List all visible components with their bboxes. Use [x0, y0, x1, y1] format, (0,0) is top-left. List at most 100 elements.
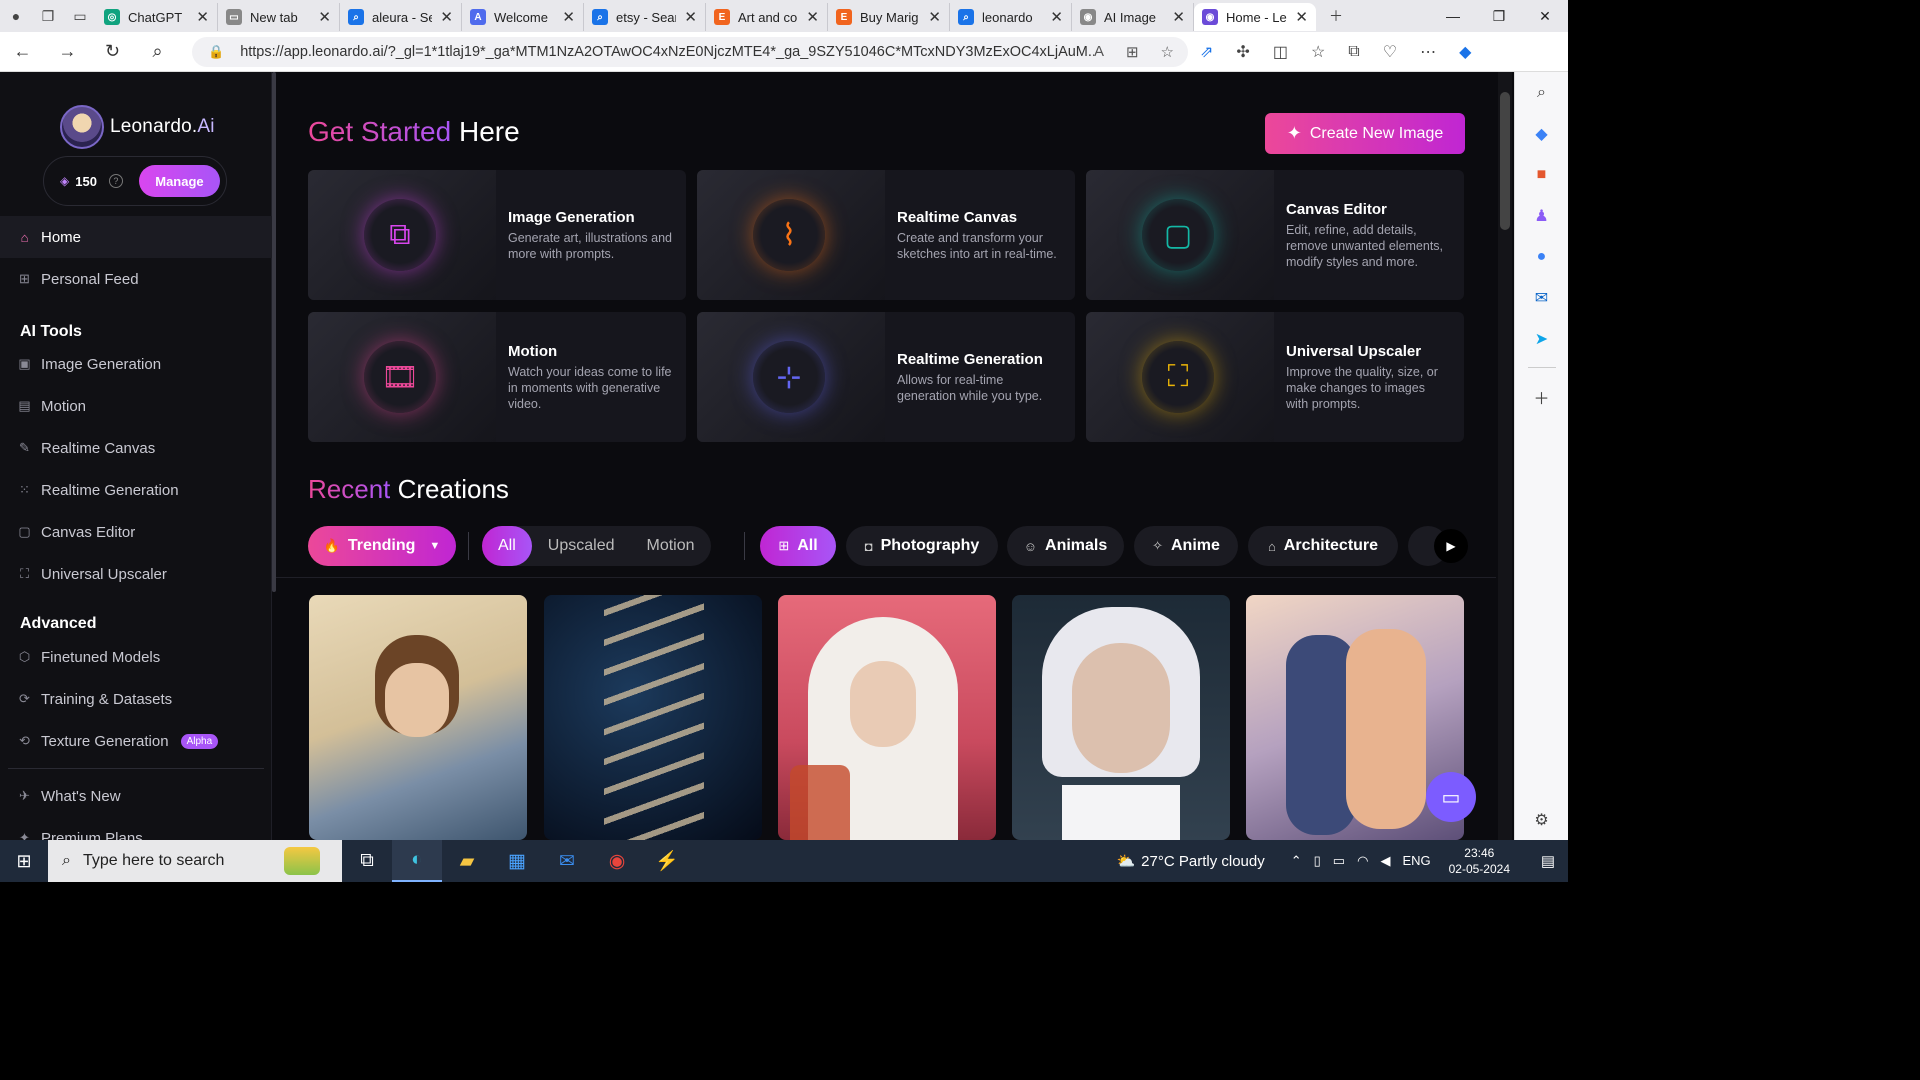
add-icon[interactable]: ＋	[1528, 376, 1556, 417]
file-explorer-icon[interactable]: ▰	[442, 840, 492, 882]
filter-upscaled[interactable]: Upscaled	[532, 526, 631, 566]
filter-motion[interactable]: Motion	[630, 526, 710, 566]
creation-image-portrait[interactable]	[1012, 595, 1230, 840]
feature-card[interactable]: ⛶ Universal Upscaler Improve the quality, …	[1086, 312, 1464, 442]
close-tab-icon[interactable]: ✕	[928, 8, 941, 26]
copilot-icon[interactable]: ◆	[1459, 42, 1471, 62]
app-icon[interactable]: ⚡	[642, 840, 692, 882]
creation-image-nun[interactable]	[778, 595, 996, 840]
chevron-up-icon[interactable]: ⌃	[1291, 853, 1302, 869]
nav-finetuned-models[interactable]: ⬡ Finetuned Models	[0, 636, 272, 678]
wifi-icon[interactable]: ◠	[1357, 853, 1368, 869]
close-tab-icon[interactable]: ✕	[806, 8, 819, 26]
nav-canvas-editor[interactable]: ▢ Canvas Editor	[0, 511, 272, 553]
more-icon[interactable]: ⋯	[1420, 42, 1436, 62]
trending-dropdown[interactable]: 🔥 Trending ▼	[308, 526, 456, 566]
browser-tab[interactable]: ⌕ etsy - Sear ✕	[584, 3, 706, 31]
create-new-image-button[interactable]: ✦ Create New Image	[1265, 113, 1465, 154]
main-scrollbar[interactable]	[1500, 92, 1510, 230]
back-icon[interactable]: ←	[0, 32, 45, 72]
shopping-tag-icon[interactable]: ◆	[1528, 113, 1556, 154]
feature-card[interactable]: ⌇ Realtime Canvas Create and transform you…	[697, 170, 1075, 300]
close-tab-icon[interactable]: ✕	[1172, 8, 1185, 26]
tools-icon[interactable]: ■	[1528, 154, 1556, 195]
profile-icon[interactable]: ●	[0, 0, 32, 32]
chat-support-icon[interactable]: ▭	[1426, 772, 1476, 822]
nav-motion[interactable]: ▤ Motion	[0, 385, 272, 427]
nav-realtime-generation[interactable]: ⁙ Realtime Generation	[0, 469, 272, 511]
browser-tab[interactable]: A Welcome ✕	[462, 3, 584, 31]
extension-icon[interactable]: ⇗	[1200, 42, 1213, 62]
close-tab-icon[interactable]: ✕	[318, 8, 331, 26]
category-architecture[interactable]: ⌂ Architecture	[1248, 526, 1398, 566]
forward-icon[interactable]: →	[45, 32, 90, 72]
browser-tab[interactable]: E Buy Marig ✕	[828, 3, 950, 31]
taskbar-search[interactable]: ⌕ Type here to search	[48, 840, 342, 882]
language-indicator[interactable]: ENG	[1402, 853, 1430, 869]
nav-home[interactable]: ⌂ Home	[0, 216, 272, 258]
brand-logo[interactable]: Leonardo.Ai	[60, 105, 215, 149]
url-field[interactable]: 🔒 https://app.leonardo.ai/?_gl=1*1tlaj19…	[192, 37, 1188, 67]
filter-all[interactable]: All	[482, 526, 532, 566]
browser-tab[interactable]: ◎ ChatGPT ✕	[96, 3, 218, 31]
clock[interactable]: 23:46 02-05-2024	[1449, 845, 1510, 877]
close-tab-icon[interactable]: ✕	[440, 8, 453, 26]
nav-personal-feed[interactable]: ⊞ Personal Feed	[0, 258, 272, 300]
favorite-star-icon[interactable]: ☆	[1161, 43, 1174, 61]
category-photography[interactable]: ◘ Photography	[846, 526, 998, 566]
settings-icon[interactable]: ⚙	[1528, 799, 1556, 840]
browser-tab[interactable]: ▭ New tab ✕	[218, 3, 340, 31]
workspaces-icon[interactable]: ❐	[32, 0, 64, 32]
nav-image-generation[interactable]: ▣ Image Generation	[0, 343, 272, 385]
notifications-icon[interactable]: ▤	[1528, 852, 1568, 870]
category-animals[interactable]: ☺ Animals	[1007, 526, 1124, 566]
chrome-icon[interactable]: ◉	[592, 840, 642, 882]
store-icon[interactable]: ▦	[492, 840, 542, 882]
battery-icon[interactable]: ▭	[1333, 853, 1345, 869]
lock-icon[interactable]: 🔒	[208, 44, 224, 60]
performance-icon[interactable]: ♡	[1383, 42, 1397, 62]
search-icon[interactable]: ⌕	[1528, 72, 1556, 113]
nav-texture-generation[interactable]: ⟲ Texture Generation Alpha	[0, 720, 272, 762]
browser-tab[interactable]: ◉ AI Image ✕	[1072, 3, 1194, 31]
scroll-right-arrow-icon[interactable]: ▶	[1434, 529, 1468, 563]
nav-whats-new[interactable]: ✈ What's New	[0, 775, 272, 817]
windows-start-icon[interactable]: ⊞	[0, 840, 48, 882]
nav-universal-upscaler[interactable]: ⛶ Universal Upscaler	[0, 553, 272, 595]
device-icon[interactable]: ▯	[1314, 853, 1321, 869]
close-tab-icon[interactable]: ✕	[1295, 8, 1308, 26]
search-icon[interactable]: ⌕	[135, 32, 180, 72]
nav-realtime-canvas[interactable]: ✎ Realtime Canvas	[0, 427, 272, 469]
minimize-icon[interactable]: —	[1430, 0, 1476, 32]
browser-tab[interactable]: ⌕ aleura - Se ✕	[340, 3, 462, 31]
split-screen-icon[interactable]: ◫	[1273, 42, 1288, 62]
send-icon[interactable]: ➤	[1528, 318, 1556, 359]
url-text[interactable]: https://app.leonardo.ai/?_gl=1*1tlaj19*_…	[240, 44, 1094, 60]
volume-icon[interactable]: ◀	[1380, 853, 1390, 869]
feature-card[interactable]: ⧉ Image Generation Generate art, illustrat…	[308, 170, 686, 300]
microsoft365-icon[interactable]: ●	[1528, 236, 1556, 277]
games-icon[interactable]: ♟	[1528, 195, 1556, 236]
close-tab-icon[interactable]: ✕	[1050, 8, 1063, 26]
close-tab-icon[interactable]: ✕	[196, 8, 209, 26]
mail-icon[interactable]: ✉	[542, 840, 592, 882]
outlook-icon[interactable]: ✉	[1528, 277, 1556, 318]
manage-button[interactable]: Manage	[138, 165, 220, 197]
read-aloud-icon[interactable]: A	[1094, 43, 1104, 61]
collections-icon[interactable]: ⧉	[1348, 43, 1359, 61]
feature-card[interactable]: ⊹ Realtime Generation Allows for real-time…	[697, 312, 1075, 442]
creation-image-sketch-boy[interactable]	[309, 595, 527, 840]
nav-training-datasets[interactable]: ⟳ Training & Datasets	[0, 678, 272, 720]
category-anime[interactable]: ✧ Anime	[1134, 526, 1238, 566]
favorites-icon[interactable]: ☆	[1311, 42, 1325, 62]
extensions-puzzle-icon[interactable]: ✣	[1236, 42, 1249, 62]
browser-tab[interactable]: ◉ Home - Le ✕	[1194, 3, 1316, 31]
close-tab-icon[interactable]: ✕	[684, 8, 697, 26]
feature-card[interactable]: 🎞 Motion Watch your ideas come to life in …	[308, 312, 686, 442]
feature-card[interactable]: ▢ Canvas Editor Edit, refine, add details,…	[1086, 170, 1464, 300]
maximize-icon[interactable]: ❐	[1476, 0, 1522, 32]
help-icon[interactable]: ?	[108, 174, 123, 188]
nav-premium-plans[interactable]: ✦ Premium Plans	[0, 817, 272, 841]
new-tab-icon[interactable]: ＋	[1320, 0, 1352, 32]
close-tab-icon[interactable]: ✕	[562, 8, 575, 26]
